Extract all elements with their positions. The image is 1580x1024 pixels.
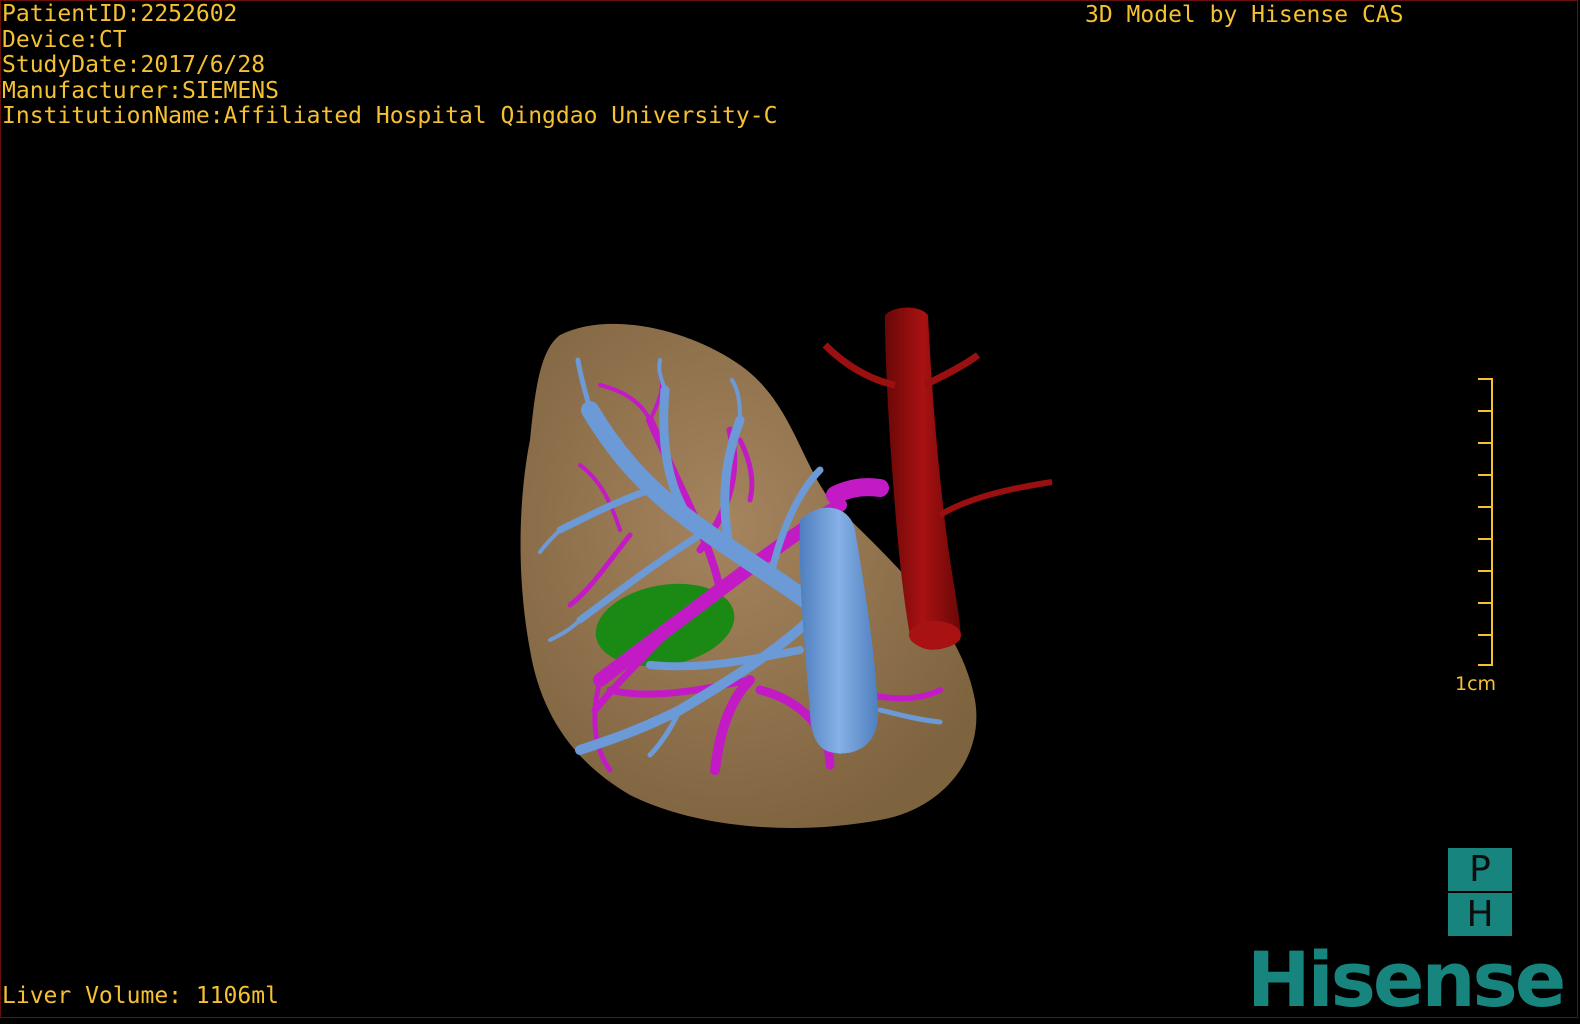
ph-badge-bottom: H (1448, 893, 1512, 936)
liver-volume: Liver Volume: 1106ml (2, 983, 279, 1009)
scale-bar (1478, 378, 1493, 666)
liver-3d-model[interactable] (500, 290, 1100, 850)
ph-badge: P H (1448, 848, 1512, 936)
scale-bar-label: 1cm (1455, 673, 1497, 695)
model-credit: 3D Model by Hisense CAS (1085, 2, 1404, 28)
hisense-logo: Hisense (1247, 935, 1566, 1024)
institution-name: InstitutionName:Affiliated Hospital Qing… (2, 103, 778, 129)
patient-id: PatientID:2252602 (2, 1, 238, 27)
dicom-info-panel: PatientID:2252602 Device:CT StudyDate:20… (2, 1, 778, 130)
manufacturer: Manufacturer:SIEMENS (2, 77, 279, 104)
study-date: StudyDate:2017/6/28 (2, 52, 266, 78)
device: Device:CT (2, 26, 127, 53)
ph-badge-top: P (1448, 848, 1512, 891)
